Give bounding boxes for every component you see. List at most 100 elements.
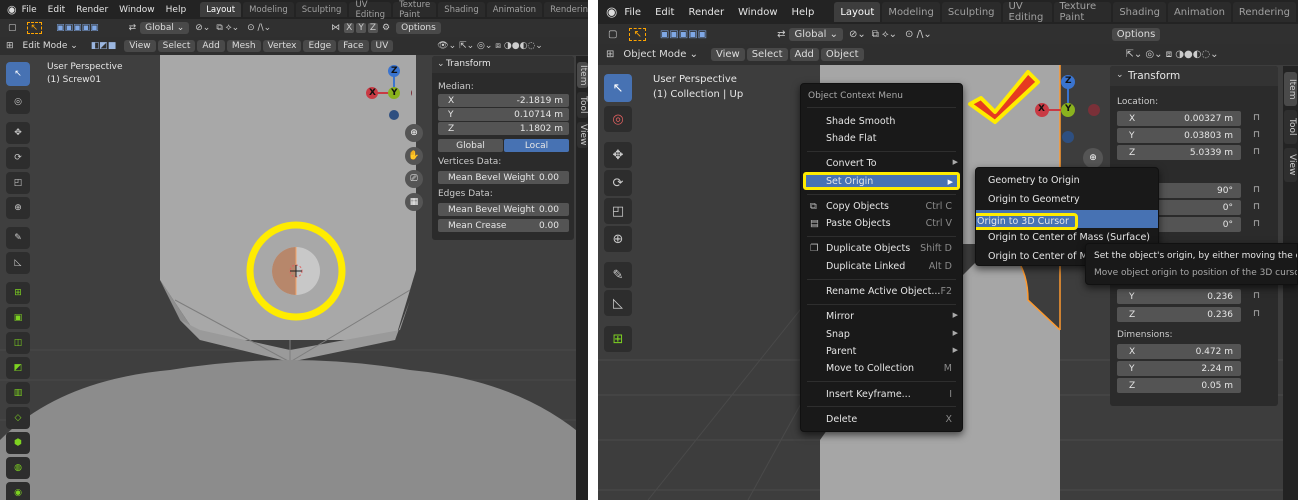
pivot-icon[interactable]: ⊘⌄ <box>849 29 866 40</box>
zoom-icon[interactable]: ⊕ <box>405 124 423 142</box>
spin-tool[interactable]: ◍ <box>6 457 30 479</box>
measure-tool[interactable]: ◺ <box>604 290 632 316</box>
options-dropdown[interactable]: Options <box>1111 27 1161 41</box>
menu-face[interactable]: Face <box>338 40 369 52</box>
dimension-x-field[interactable]: X 0.472 m <box>1117 344 1241 359</box>
dimension-y-field[interactable]: Y 2.24 m <box>1117 361 1241 376</box>
select-modes-icon[interactable]: ▣▣▣▣▣ <box>56 23 99 33</box>
tab-texture-paint[interactable]: Texture Paint <box>1053 1 1112 23</box>
menu-item-shade-flat[interactable]: Shade Flat <box>801 133 962 144</box>
annotate-tool[interactable]: ✎ <box>6 227 30 249</box>
menu-view[interactable]: View <box>124 40 156 52</box>
mirror-icon[interactable]: ⋈ <box>331 23 340 33</box>
edge-bevel-weight-field[interactable]: Mean Bevel Weight 0.00 <box>438 203 569 216</box>
bevel-tool[interactable]: ◩ <box>6 357 30 379</box>
location-y-field[interactable]: Y 0.03803 m <box>1117 128 1241 143</box>
menu-item-snap[interactable]: Snap ▶ <box>801 329 962 340</box>
menu-select[interactable]: Select <box>157 40 196 52</box>
lock-icon[interactable]: ⊓ <box>1253 113 1260 123</box>
global-toggle[interactable]: Global <box>438 139 503 152</box>
settings-icon[interactable]: ⚙ <box>382 23 390 33</box>
scale-tool[interactable]: ◰ <box>604 198 632 224</box>
menu-item-shade-smooth[interactable]: Shade Smooth <box>801 116 962 127</box>
tab-modeling[interactable]: Modeling <box>243 1 294 18</box>
submenu-geometry-to-origin[interactable]: Geometry to Origin <box>976 175 1158 186</box>
local-toggle[interactable]: Local <box>504 139 569 152</box>
axis-y-toggle[interactable]: Y <box>356 23 366 33</box>
orientation-dropdown[interactable]: Global ⌄ <box>789 27 843 41</box>
menu-render[interactable]: Render <box>688 7 724 18</box>
select-tool-icon[interactable]: ↖ <box>629 27 646 41</box>
tab-tool[interactable]: Tool <box>1284 110 1297 144</box>
annotate-tool[interactable]: ✎ <box>604 262 632 288</box>
lock-icon[interactable]: ⊓ <box>1253 309 1260 319</box>
viewport-overlay-icons[interactable]: 👁⌄ ⇱⌄ ◎⌄ ⧈ ◑●◐◌⌄ <box>437 41 543 51</box>
snap-icon[interactable]: ⧉ ⟡⌄ <box>872 29 897 40</box>
add-cube-tool[interactable]: ⊞ <box>604 326 632 352</box>
submenu-origin-to-geometry[interactable]: Origin to Geometry <box>976 194 1158 205</box>
menu-uv[interactable]: UV <box>370 40 394 52</box>
select-mode-icons[interactable]: ◧◩■ <box>91 41 117 51</box>
poly-build-tool[interactable]: ⬢ <box>6 432 30 454</box>
menu-window[interactable]: Window <box>119 5 155 15</box>
tab-rendering[interactable]: Rendering <box>1232 2 1296 22</box>
select-box-tool[interactable]: ↖ <box>604 74 632 102</box>
add-cube-tool[interactable]: ⊞ <box>6 282 30 304</box>
viewport-overlay-icons[interactable]: ⇱⌄ ◎⌄ ⧈ ◑●◐◌⌄ <box>1126 49 1219 60</box>
mean-crease-field[interactable]: Mean Crease 0.00 <box>438 219 569 232</box>
menu-item-duplicate-linked[interactable]: Duplicate Linked Alt D <box>801 261 962 272</box>
menu-render[interactable]: Render <box>76 5 108 15</box>
rotate-tool[interactable]: ⟳ <box>604 170 632 196</box>
tab-shading[interactable]: Shading <box>1113 2 1166 22</box>
menu-item-move-to-collection[interactable]: Move to Collection M <box>801 363 962 374</box>
tab-sculpting[interactable]: Sculpting <box>295 1 348 18</box>
menu-file[interactable]: File <box>624 7 641 18</box>
grid-icon[interactable]: ▦ <box>405 193 423 211</box>
tab-animation[interactable]: Animation <box>1167 2 1231 22</box>
orientation-dropdown[interactable]: Global ⌄ <box>140 22 190 34</box>
menu-window[interactable]: Window <box>738 7 777 18</box>
menu-item-duplicate-objects[interactable]: ❐ Duplicate Objects Shift D <box>801 243 962 254</box>
menu-item-convert-to[interactable]: Convert To ▶ <box>801 158 962 169</box>
median-y-field[interactable]: Y 0.10714 m <box>438 108 569 121</box>
measure-tool[interactable]: ◺ <box>6 252 30 274</box>
proportional-icon[interactable]: ⊙ /\⌄ <box>247 23 271 33</box>
move-tool[interactable]: ✥ <box>604 142 632 168</box>
lock-icon[interactable]: ⊓ <box>1253 147 1260 157</box>
pan-hand-icon[interactable]: ✋ <box>405 147 423 165</box>
tab-modeling[interactable]: Modeling <box>882 2 940 22</box>
tab-tool[interactable]: Tool <box>577 92 588 118</box>
cursor-tool[interactable]: ◎ <box>6 90 30 114</box>
menu-edge[interactable]: Edge <box>303 40 337 52</box>
scale-z-field[interactable]: Z 0.236 <box>1117 307 1241 322</box>
knife-tool[interactable]: ◇ <box>6 407 30 429</box>
blender-logo-icon[interactable]: ◉ <box>606 5 617 20</box>
move-tool[interactable]: ✥ <box>6 122 30 144</box>
tab-item[interactable]: Item <box>1284 72 1297 106</box>
vertex-bevel-weight-field[interactable]: Mean Bevel Weight 0.00 <box>438 171 569 184</box>
editor-type-icon[interactable]: ⊞ <box>606 49 614 60</box>
location-x-field[interactable]: X 0.00327 m <box>1117 111 1241 126</box>
scale-tool[interactable]: ◰ <box>6 172 30 194</box>
transform-tool[interactable]: ⊕ <box>604 226 632 252</box>
menu-vertex[interactable]: Vertex <box>262 40 302 52</box>
menu-object[interactable]: Object <box>820 48 864 61</box>
menu-item-rename[interactable]: Rename Active Object... F2 <box>801 286 962 297</box>
selection-cursor-icon[interactable]: ▢ <box>608 29 617 40</box>
menu-select[interactable]: Select <box>746 48 788 61</box>
cursor-tool[interactable]: ◎ <box>604 106 632 132</box>
menu-item-insert-keyframe[interactable]: Insert Keyframe... I <box>801 389 962 400</box>
axis-z-toggle[interactable]: Z <box>367 23 378 33</box>
menu-help[interactable]: Help <box>792 7 815 18</box>
tab-layout[interactable]: Layout <box>834 2 881 22</box>
menu-view[interactable]: View <box>710 48 745 61</box>
proportional-icon[interactable]: ⊙ /\⌄ <box>905 29 932 40</box>
tab-shading[interactable]: Shading <box>438 1 485 18</box>
menu-add[interactable]: Add <box>789 48 819 61</box>
tab-uv-editing[interactable]: UV Editing <box>349 0 392 20</box>
tab-item[interactable]: Item <box>577 62 588 88</box>
dimension-z-field[interactable]: Z 0.05 m <box>1117 378 1241 393</box>
select-tool-icon[interactable]: ↖ <box>26 22 43 34</box>
lock-icon[interactable]: ⊓ <box>1253 130 1260 140</box>
editor-type-icon[interactable]: ⊞ <box>6 41 14 51</box>
